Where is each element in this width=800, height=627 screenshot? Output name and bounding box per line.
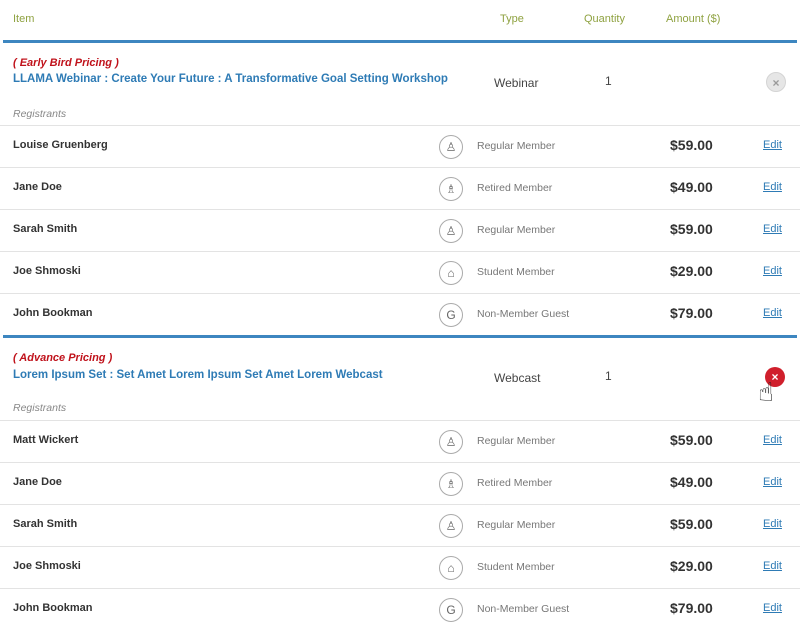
registrant-amount: $59.00 xyxy=(670,516,713,532)
registrant-row: Louise Gruenberg ♙ Regular Member $59.00… xyxy=(0,125,800,167)
registrant-row: Sarah Smith ♙ Regular Member $59.00 Edit xyxy=(0,209,800,251)
group-divider xyxy=(3,335,797,338)
registrant-row: Joe Shmoski ⌂ Student Member $29.00 Edit xyxy=(0,546,800,588)
guest-icon: G xyxy=(439,303,463,327)
registrant-row: Jane Doe ♗ Retired Member $49.00 Edit xyxy=(0,462,800,504)
member-type: Non-Member Guest xyxy=(477,603,570,615)
event-title[interactable]: LLAMA Webinar : Create Your Future : A T… xyxy=(13,73,448,85)
registrant-amount: $79.00 xyxy=(670,305,713,321)
registrant-amount: $29.00 xyxy=(670,558,713,574)
registrant-amount: $49.00 xyxy=(670,179,713,195)
graduation-cap-icon: ⌂ xyxy=(439,261,463,285)
registrant-amount: $29.00 xyxy=(670,263,713,279)
retired-person-icon: ♗ xyxy=(439,177,463,201)
event-type: Webinar xyxy=(494,76,539,90)
graduation-cap-icon: ⌂ xyxy=(439,556,463,580)
hand-pointer-icon: ☝ xyxy=(758,377,774,407)
registrant-row: John Bookman G Non-Member Guest $79.00 E… xyxy=(0,588,800,627)
member-type: Regular Member xyxy=(477,435,556,447)
registrant-name: Joe Shmoski xyxy=(13,560,81,572)
header-quantity: Quantity xyxy=(584,13,625,25)
member-type: Non-Member Guest xyxy=(477,308,570,320)
registrant-row: Matt Wickert ♙ Regular Member $59.00 Edi… xyxy=(0,420,800,462)
event-quantity: 1 xyxy=(605,74,612,88)
table-header: Item Type Quantity Amount ($) xyxy=(0,0,800,42)
registrant-row: John Bookman G Non-Member Guest $79.00 E… xyxy=(0,293,800,335)
edit-link[interactable]: Edit xyxy=(763,434,782,446)
registrant-name: Matt Wickert xyxy=(13,434,79,446)
pricing-label: ( Advance Pricing ) xyxy=(13,352,113,364)
registrants-label: Registrants xyxy=(13,402,67,414)
registrant-row: Sarah Smith ♙ Regular Member $59.00 Edit xyxy=(0,504,800,546)
registrant-name: Sarah Smith xyxy=(13,223,78,235)
edit-link[interactable]: Edit xyxy=(763,181,782,193)
registrant-name: Sarah Smith xyxy=(13,518,78,530)
cart-group-1: ( Early Bird Pricing ) LLAMA Webinar : C… xyxy=(0,40,800,336)
registrant-name: Jane Doe xyxy=(13,476,62,488)
edit-link[interactable]: Edit xyxy=(763,307,782,319)
person-icon: ♙ xyxy=(439,514,463,538)
guest-icon: G xyxy=(439,598,463,622)
registrant-name: Louise Gruenberg xyxy=(13,139,108,151)
registrant-name: Joe Shmoski xyxy=(13,265,81,277)
member-type: Student Member xyxy=(477,266,555,278)
registrant-name: John Bookman xyxy=(13,602,93,614)
member-type: Student Member xyxy=(477,561,555,573)
header-item: Item xyxy=(13,13,35,25)
member-type: Retired Member xyxy=(477,477,553,489)
registrant-amount: $49.00 xyxy=(670,474,713,490)
event-quantity: 1 xyxy=(605,369,612,383)
event-title[interactable]: Lorem Ipsum Set : Set Amet Lorem Ipsum S… xyxy=(13,369,383,381)
remove-item-button[interactable]: × xyxy=(766,72,786,92)
edit-link[interactable]: Edit xyxy=(763,518,782,530)
registrant-amount: $79.00 xyxy=(670,600,713,616)
person-icon: ♙ xyxy=(439,430,463,454)
edit-link[interactable]: Edit xyxy=(763,139,782,151)
registrant-name: John Bookman xyxy=(13,307,93,319)
close-icon: × xyxy=(772,76,780,90)
registrant-name: Jane Doe xyxy=(13,181,62,193)
edit-link[interactable]: Edit xyxy=(763,265,782,277)
member-type: Retired Member xyxy=(477,182,553,194)
cart-group-2: ( Advance Pricing ) Lorem Ipsum Set : Se… xyxy=(0,335,800,627)
registrant-row: Joe Shmoski ⌂ Student Member $29.00 Edit xyxy=(0,251,800,293)
group-divider xyxy=(3,40,797,43)
event-type: Webcast xyxy=(494,371,541,385)
registrants-label: Registrants xyxy=(13,108,67,120)
registrant-amount: $59.00 xyxy=(670,221,713,237)
retired-person-icon: ♗ xyxy=(439,472,463,496)
registrant-row: Jane Doe ♗ Retired Member $49.00 Edit xyxy=(0,167,800,209)
registrant-amount: $59.00 xyxy=(670,432,713,448)
pricing-label: ( Early Bird Pricing ) xyxy=(13,57,119,69)
header-type: Type xyxy=(500,13,524,25)
edit-link[interactable]: Edit xyxy=(763,223,782,235)
header-amount: Amount ($) xyxy=(666,13,721,25)
registrant-amount: $59.00 xyxy=(670,137,713,153)
member-type: Regular Member xyxy=(477,519,556,531)
edit-link[interactable]: Edit xyxy=(763,560,782,572)
person-icon: ♙ xyxy=(439,135,463,159)
person-icon: ♙ xyxy=(439,219,463,243)
edit-link[interactable]: Edit xyxy=(763,602,782,614)
edit-link[interactable]: Edit xyxy=(763,476,782,488)
member-type: Regular Member xyxy=(477,224,556,236)
member-type: Regular Member xyxy=(477,140,556,152)
